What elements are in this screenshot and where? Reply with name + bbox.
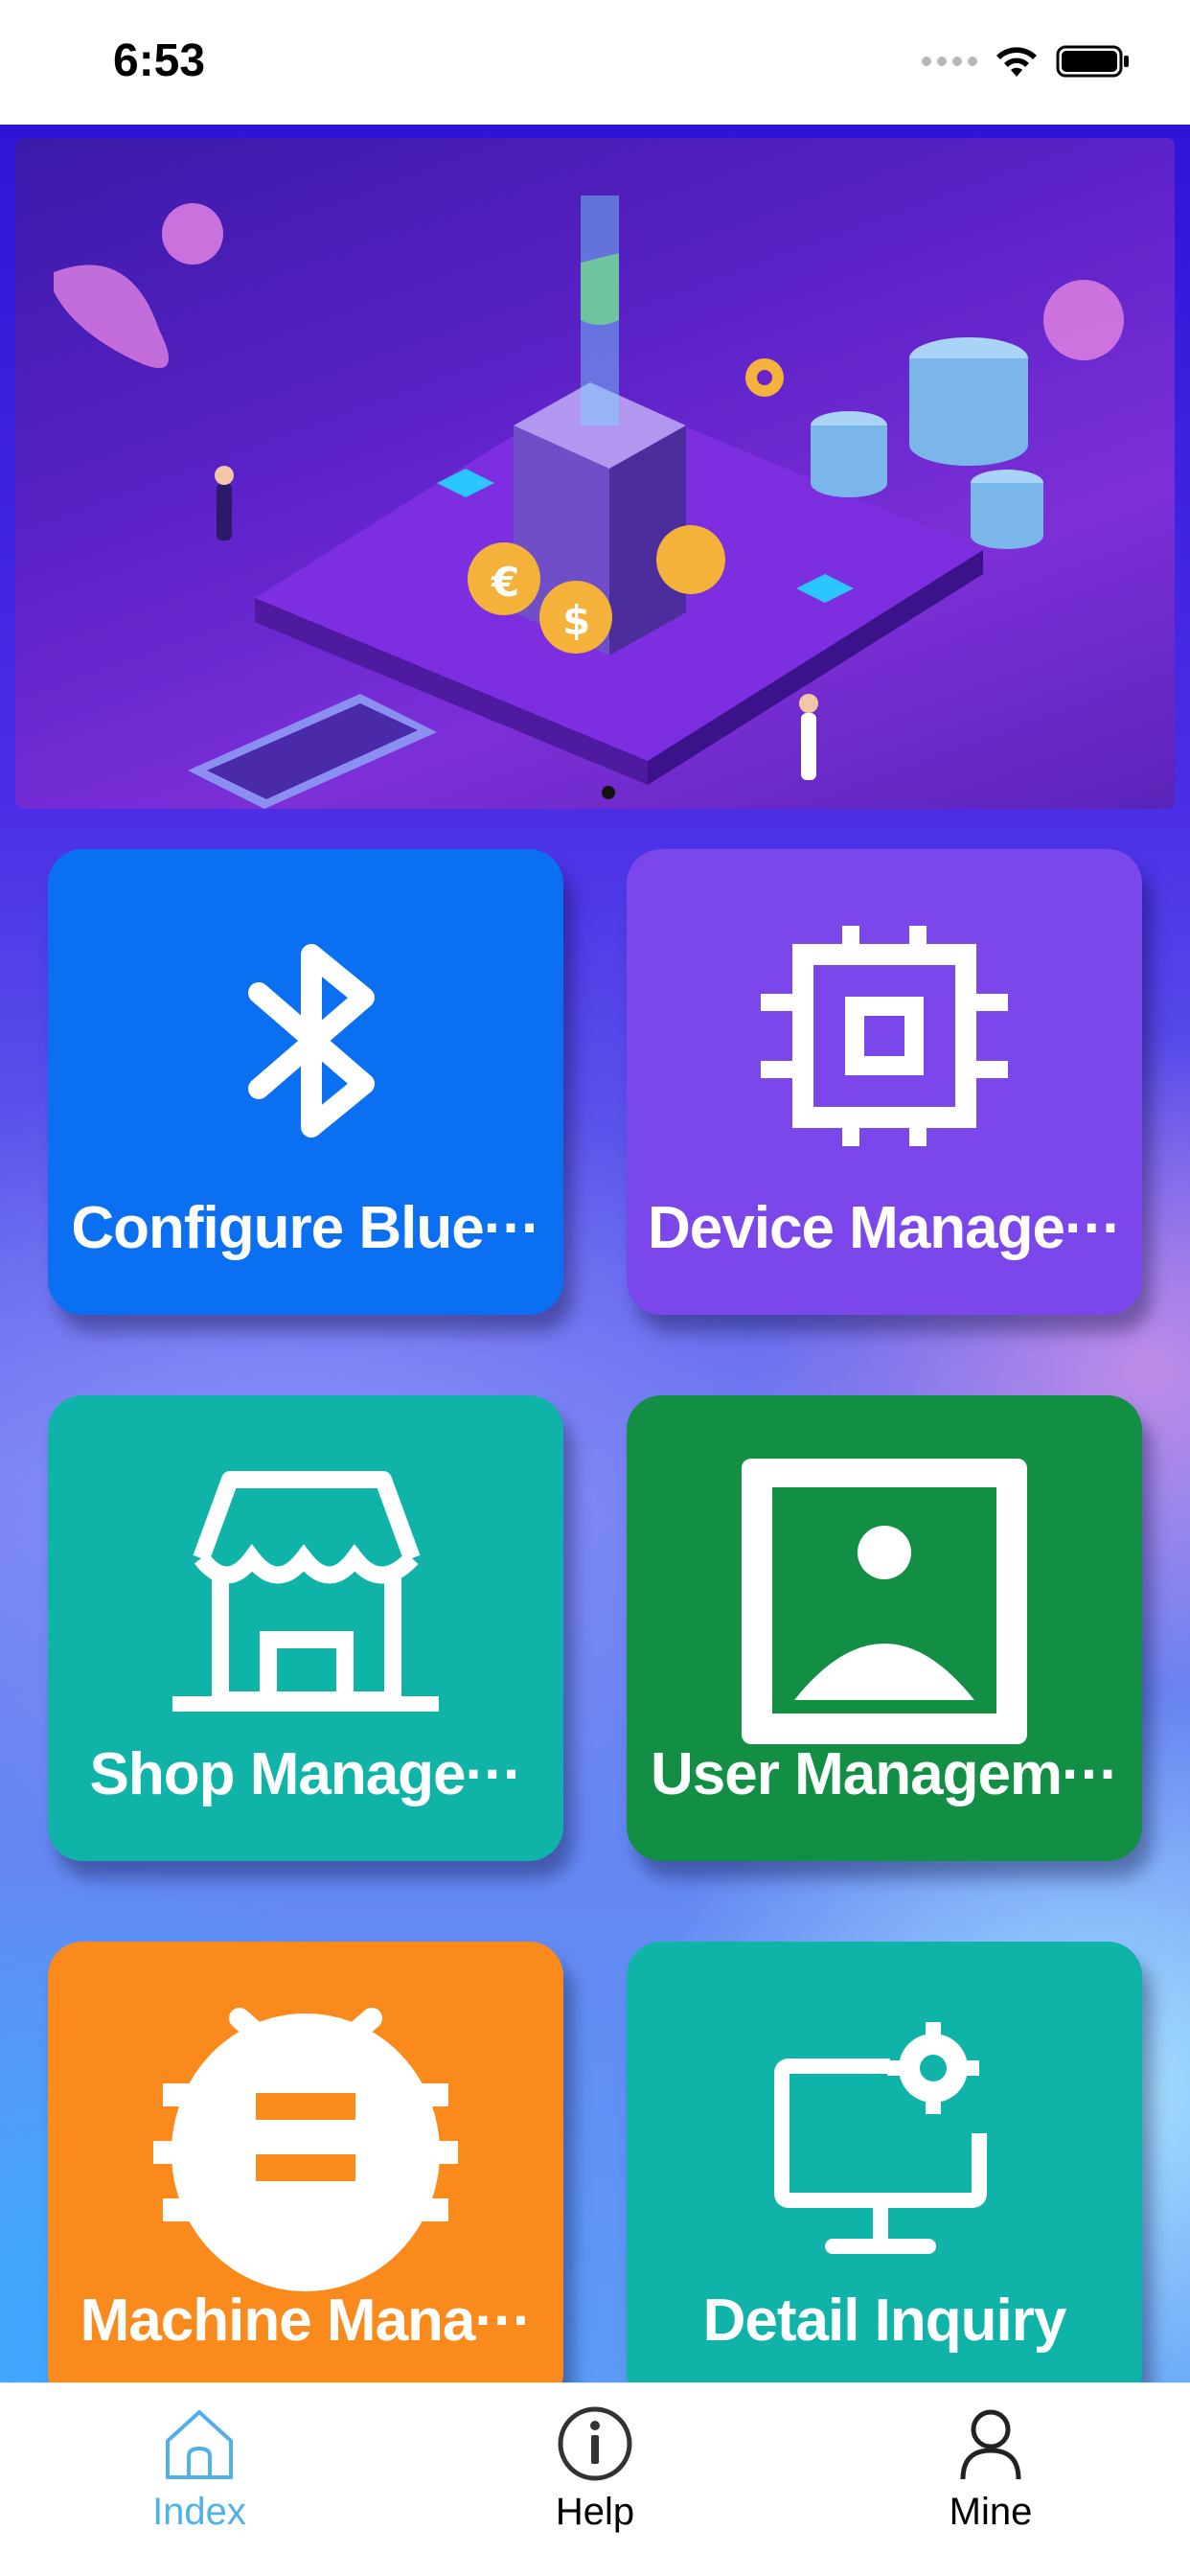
status-time: 6:53: [113, 35, 206, 86]
banner-illustration: € $: [54, 196, 1124, 809]
battery-icon: [1056, 45, 1129, 78]
tile-shop-management[interactable]: Shop Manage···: [48, 1395, 563, 1861]
tile-machine-management[interactable]: Machine Mana···: [48, 1942, 563, 2382]
tile-label: Device Manage···: [648, 1195, 1122, 1261]
status-icons: [922, 42, 1133, 80]
tab-label: Mine: [949, 2491, 1033, 2533]
bug-icon: [153, 2008, 458, 2291]
tile-label: Configure Blue···: [71, 1195, 540, 1261]
chip-icon: [761, 926, 1008, 1146]
tab-mine[interactable]: Mine: [885, 2403, 1096, 2546]
svg-text:€: €: [491, 559, 519, 606]
tab-label: Index: [152, 2491, 246, 2533]
tab-index[interactable]: Index: [94, 2403, 305, 2546]
signal-icon: [922, 57, 977, 66]
monitor-settings-icon: [774, 2022, 987, 2254]
person-icon: [960, 2409, 1021, 2480]
bluetooth-icon: [248, 944, 375, 1138]
tile-detail-inquiry[interactable]: Detail Inquiry: [627, 1942, 1142, 2382]
tab-label: Help: [555, 2491, 635, 2533]
info-icon: [558, 2406, 632, 2481]
carousel-page-dot[interactable]: [602, 786, 615, 799]
main-content: € $ Configure Blue··· Device Manage··· S…: [0, 125, 1190, 2382]
svg-text:$: $: [562, 597, 590, 644]
tab-help[interactable]: Help: [490, 2403, 700, 2546]
tile-user-management[interactable]: User Managem···: [627, 1395, 1142, 1861]
tab-bar: Index Help Mine: [0, 2382, 1190, 2576]
tile-label: Machine Mana···: [80, 2288, 533, 2354]
status-bar: 6:53: [0, 0, 1190, 125]
home-icon: [166, 2410, 233, 2479]
wifi-icon: [996, 47, 1037, 77]
user-portrait-icon: [742, 1459, 1027, 1744]
tile-label: User Managem···: [651, 1741, 1119, 1807]
tile-label: Detail Inquiry: [702, 2288, 1067, 2354]
tile-configure-bluetooth[interactable]: Configure Blue···: [48, 849, 563, 1315]
tile-device-management[interactable]: Device Manage···: [627, 849, 1142, 1315]
shop-icon: [172, 1471, 439, 1712]
banner-carousel[interactable]: € $: [15, 138, 1175, 809]
tile-label: Shop Manage···: [89, 1741, 523, 1807]
